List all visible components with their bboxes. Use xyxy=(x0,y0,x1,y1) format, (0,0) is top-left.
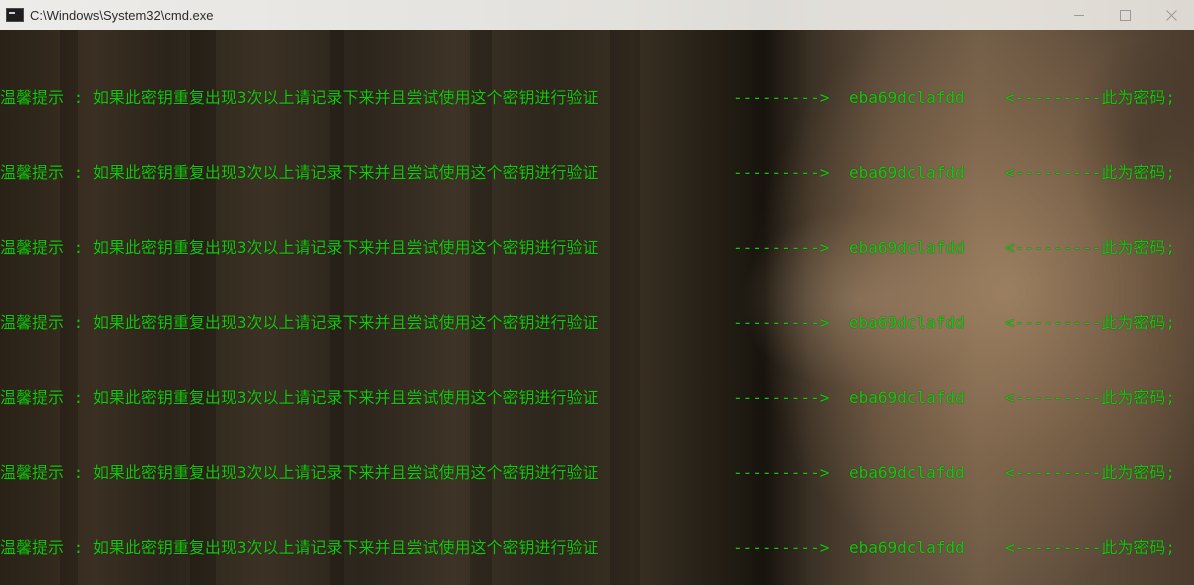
cmd-console-icon[interactable] xyxy=(6,8,24,22)
hint-message: 温馨提示 : 如果此密钥重复出现3次以上请记录下来并且尝试使用这个密钥进行验证 xyxy=(0,163,599,182)
password-label: <---------此为密码; xyxy=(1005,313,1175,332)
password-label: <---------此为密码; xyxy=(1005,538,1175,557)
console-line: 温馨提示 : 如果此密钥重复出现3次以上请记录下来并且尝试使用这个密钥进行验证 … xyxy=(0,236,1194,260)
window-controls xyxy=(1056,0,1194,30)
password-label: <---------此为密码; xyxy=(1005,388,1175,407)
arrow-right: ---------> xyxy=(733,463,830,482)
arrow-right: ---------> xyxy=(733,313,830,332)
password-key: eba69dclafdd xyxy=(849,388,965,407)
password-label: <---------此为密码; xyxy=(1005,163,1175,182)
console-line: 温馨提示 : 如果此密钥重复出现3次以上请记录下来并且尝试使用这个密钥进行验证 … xyxy=(0,311,1194,335)
window-title: C:\Windows\System32\cmd.exe xyxy=(30,7,214,23)
minimize-button[interactable] xyxy=(1056,0,1102,30)
arrow-right: ---------> xyxy=(733,388,830,407)
password-key: eba69dclafdd xyxy=(849,538,965,557)
password-key: eba69dclafdd xyxy=(849,313,965,332)
password-key: eba69dclafdd xyxy=(849,88,965,107)
close-button[interactable] xyxy=(1148,0,1194,30)
console-line: 温馨提示 : 如果此密钥重复出现3次以上请记录下来并且尝试使用这个密钥进行验证 … xyxy=(0,386,1194,410)
close-icon xyxy=(1165,9,1177,21)
console-line: 温馨提示 : 如果此密钥重复出现3次以上请记录下来并且尝试使用这个密钥进行验证 … xyxy=(0,161,1194,185)
password-key: eba69dclafdd xyxy=(849,463,965,482)
console-line: 温馨提示 : 如果此密钥重复出现3次以上请记录下来并且尝试使用这个密钥进行验证 … xyxy=(0,86,1194,110)
password-label: <---------此为密码; xyxy=(1005,238,1175,257)
hint-message: 温馨提示 : 如果此密钥重复出现3次以上请记录下来并且尝试使用这个密钥进行验证 xyxy=(0,313,599,332)
console-line: 温馨提示 : 如果此密钥重复出现3次以上请记录下来并且尝试使用这个密钥进行验证 … xyxy=(0,536,1194,560)
arrow-right: ---------> xyxy=(733,238,830,257)
arrow-right: ---------> xyxy=(733,538,830,557)
hint-message: 温馨提示 : 如果此密钥重复出现3次以上请记录下来并且尝试使用这个密钥进行验证 xyxy=(0,388,599,407)
title-bar[interactable]: C:\Windows\System32\cmd.exe xyxy=(0,0,1194,30)
console-line: 温馨提示 : 如果此密钥重复出现3次以上请记录下来并且尝试使用这个密钥进行验证 … xyxy=(0,461,1194,485)
password-label: <---------此为密码; xyxy=(1005,463,1175,482)
password-key: eba69dclafdd xyxy=(849,163,965,182)
password-label: <---------此为密码; xyxy=(1005,88,1175,107)
arrow-right: ---------> xyxy=(733,88,830,107)
console-output[interactable]: 温馨提示 : 如果此密钥重复出现3次以上请记录下来并且尝试使用这个密钥进行验证 … xyxy=(0,30,1194,585)
hint-message: 温馨提示 : 如果此密钥重复出现3次以上请记录下来并且尝试使用这个密钥进行验证 xyxy=(0,88,599,107)
hint-message: 温馨提示 : 如果此密钥重复出现3次以上请记录下来并且尝试使用这个密钥进行验证 xyxy=(0,238,599,257)
hint-message: 温馨提示 : 如果此密钥重复出现3次以上请记录下来并且尝试使用这个密钥进行验证 xyxy=(0,538,599,557)
password-key: eba69dclafdd xyxy=(849,238,965,257)
cmd-window: C:\Windows\System32\cmd.exe 温馨提示 : 如果此密钥… xyxy=(0,0,1194,585)
maximize-button[interactable] xyxy=(1102,0,1148,30)
arrow-right: ---------> xyxy=(733,163,830,182)
hint-message: 温馨提示 : 如果此密钥重复出现3次以上请记录下来并且尝试使用这个密钥进行验证 xyxy=(0,463,599,482)
